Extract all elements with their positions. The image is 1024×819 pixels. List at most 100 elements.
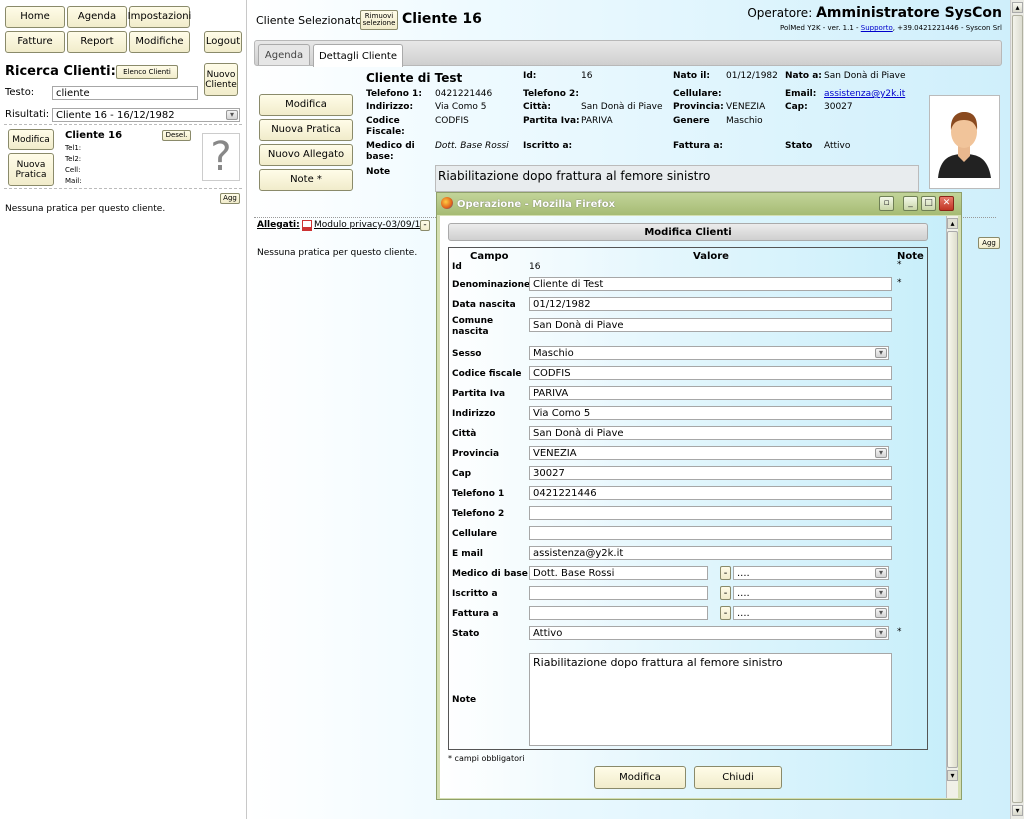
version-text: PolMed Y2K - ver. 1.1 - <box>780 24 861 32</box>
field-label: Medico di base <box>452 569 528 579</box>
note-button[interactable]: Note * <box>259 169 353 191</box>
field-label: Telefono 2 <box>452 509 505 519</box>
field-label: Telefono 1 <box>452 489 505 499</box>
field-label: Cellulare <box>452 529 497 539</box>
operator-name: Amministratore SysCon <box>816 5 1002 21</box>
dialog-scrollbar[interactable]: ▴ ▾ <box>946 216 958 798</box>
nato-il-label: Nato il: <box>673 71 710 81</box>
dialog-scroll-down-icon[interactable]: ▾ <box>947 770 958 781</box>
chevron-down-icon: ▾ <box>875 568 887 578</box>
minimize-icon[interactable]: _ <box>903 196 918 211</box>
dialog-chiudi-button[interactable]: Chiudi <box>694 766 782 789</box>
note-textarea[interactable]: Riabilitazione dopo frattura al femore s… <box>529 653 892 746</box>
fattura-label: Fattura a: <box>673 141 724 151</box>
risultati-select[interactable]: Cliente 16 - 16/12/1982 ▾ <box>52 108 240 122</box>
rimuovi-selezione-button[interactable]: Rimuovi selezione <box>360 10 398 30</box>
field-input[interactable]: PARIVA <box>529 386 892 400</box>
chevron-down-icon: ▾ <box>875 448 887 458</box>
col-campo: Campo <box>470 251 509 262</box>
remove-allegato-button[interactable]: - <box>420 220 430 231</box>
home-button[interactable]: Home <box>5 6 65 28</box>
tel1-label: Tel1: <box>65 144 82 152</box>
partita-value: PARIVA <box>581 116 613 126</box>
scroll-up-icon[interactable]: ▴ <box>1012 2 1023 13</box>
field-input[interactable]: CODFIS <box>529 366 892 380</box>
field-select[interactable]: Attivo ▾ <box>529 626 889 640</box>
field-select[interactable]: .... ▾ <box>733 586 889 600</box>
impostazioni-button[interactable]: Impostazioni <box>128 6 191 28</box>
field-input[interactable]: Dott. Base Rossi <box>529 566 708 580</box>
field-input[interactable] <box>529 586 708 600</box>
search-input[interactable]: cliente <box>52 86 198 100</box>
client-fullname: Cliente di Test <box>366 71 463 85</box>
maximize-icon[interactable]: □ <box>921 196 936 211</box>
dialog-modifica-button[interactable]: Modifica <box>594 766 686 789</box>
field-input[interactable] <box>529 506 892 520</box>
report-button[interactable]: Report <box>67 31 127 53</box>
scroll-down-icon[interactable]: ▾ <box>1012 805 1023 816</box>
elenco-clienti-button[interactable]: Elenco Clienti <box>116 65 178 79</box>
tab-dettagli-cliente[interactable]: Dettagli Cliente <box>313 44 403 67</box>
codice-label: Codice Fiscale: <box>366 116 405 137</box>
card-client-name: Cliente 16 <box>65 130 123 141</box>
page-scrollbar[interactable]: ▴ ▾ <box>1010 0 1024 819</box>
nato-il-value: 01/12/1982 <box>726 71 778 81</box>
dialog-scroll-up-icon[interactable]: ▴ <box>947 218 958 229</box>
field-input[interactable] <box>529 526 892 540</box>
agg-button[interactable]: Agg <box>220 193 240 204</box>
field-input[interactable] <box>529 606 708 620</box>
nuovo-allegato-button[interactable]: Nuovo Allegato <box>259 144 353 166</box>
dialog-scroll-thumb[interactable] <box>947 231 958 768</box>
field-input[interactable]: San Donà di Piave <box>529 318 892 332</box>
card-nuova-pratica-button[interactable]: Nuova Pratica <box>8 153 54 186</box>
minus-button[interactable]: - <box>720 566 731 580</box>
restore-icon[interactable]: ▫ <box>879 196 894 211</box>
scroll-thumb[interactable] <box>1012 15 1023 803</box>
allegato-link[interactable]: Modulo privacy-03/09/13 <box>314 220 426 230</box>
field-label: E mail <box>452 549 483 559</box>
nuova-pratica-button[interactable]: Nuova Pratica <box>259 119 353 141</box>
agenda-button[interactable]: Agenda <box>67 6 127 28</box>
medico-label: Medico di base: <box>366 141 415 162</box>
field-input[interactable]: 01/12/1982 <box>529 297 892 311</box>
nuovo-cliente-button[interactable]: Nuovo Cliente <box>204 63 238 96</box>
field-label: Stato <box>452 629 480 639</box>
telefono1-value: 0421221446 <box>435 89 493 99</box>
deselect-button[interactable]: Desel. <box>162 130 191 141</box>
close-icon[interactable]: ✕ <box>939 196 954 211</box>
indirizzo-value: Via Como 5 <box>435 102 487 112</box>
field-select[interactable]: .... ▾ <box>733 606 889 620</box>
pdf-icon <box>302 220 312 231</box>
field-select-value: Maschio <box>533 347 574 359</box>
iscritto-label: Iscritto a: <box>523 141 573 151</box>
field-input[interactable]: assistenza@y2k.it <box>529 546 892 560</box>
email-link[interactable]: assistenza@y2k.it <box>824 89 905 99</box>
nato-a-value: San Donà di Piave <box>824 71 906 81</box>
field-select[interactable]: VENEZIA ▾ <box>529 446 889 460</box>
modifiche-button[interactable]: Modifiche <box>129 31 190 53</box>
field-input[interactable]: 30027 <box>529 466 892 480</box>
tab-agenda[interactable]: Agenda <box>258 44 310 65</box>
logout-button[interactable]: Logout <box>204 31 242 53</box>
field-input[interactable]: Via Como 5 <box>529 406 892 420</box>
left-panel: Home Agenda Impostazioni Fatture Report … <box>0 0 247 819</box>
modifica-button[interactable]: Modifica <box>259 94 353 116</box>
operator-label: Operatore: <box>747 6 813 20</box>
card-modifica-button[interactable]: Modifica <box>8 129 54 150</box>
divider <box>4 124 242 125</box>
fatture-button[interactable]: Fatture <box>5 31 65 53</box>
agg-button-right[interactable]: Agg <box>978 237 1000 249</box>
field-select[interactable]: Maschio ▾ <box>529 346 889 360</box>
note-label: Note <box>366 167 391 177</box>
minus-button[interactable]: - <box>720 586 731 600</box>
field-input[interactable]: San Donà di Piave <box>529 426 892 440</box>
field-input[interactable]: 0421221446 <box>529 486 892 500</box>
support-link[interactable]: Supporto <box>861 24 893 32</box>
indirizzo-label: Indirizzo: <box>366 102 414 112</box>
field-select[interactable]: .... ▾ <box>733 566 889 580</box>
risultati-label: Risultati: <box>5 109 50 120</box>
id-value: 16 <box>581 71 593 81</box>
minus-button[interactable]: - <box>720 606 731 620</box>
field-input[interactable]: Cliente di Test <box>529 277 892 291</box>
firefox-icon <box>441 197 453 209</box>
